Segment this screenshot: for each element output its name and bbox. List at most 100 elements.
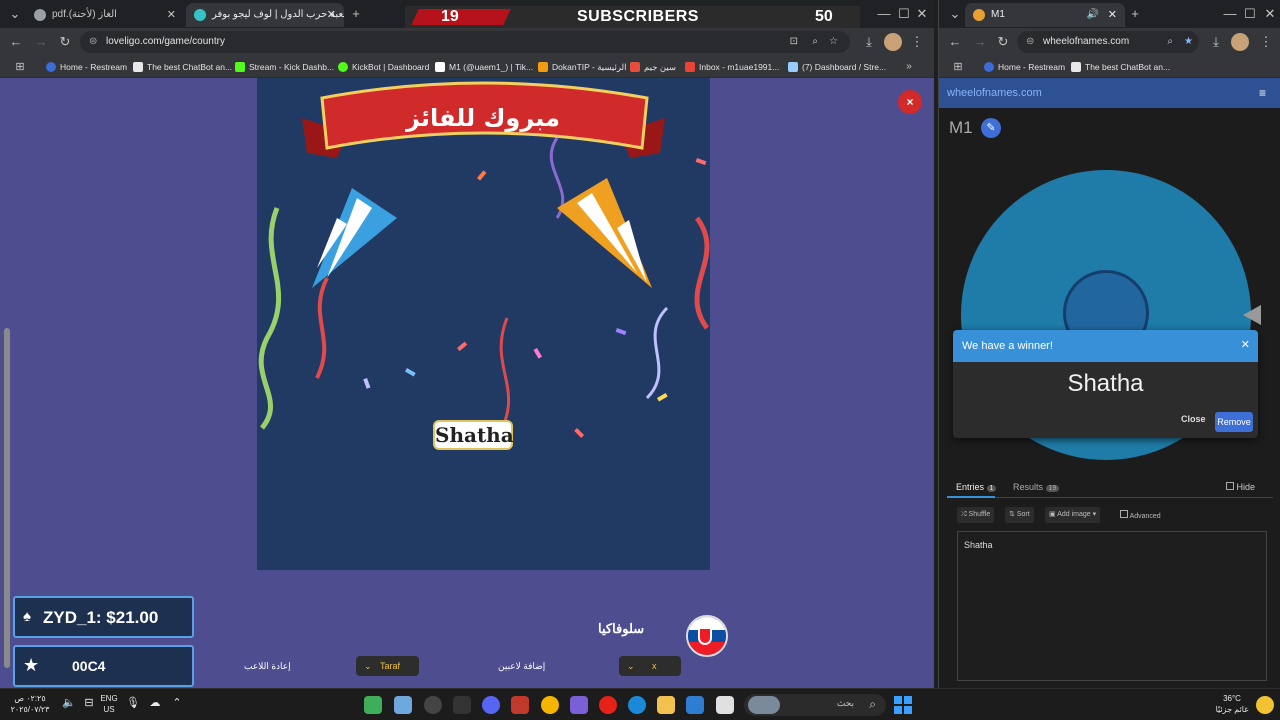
cloud-icon[interactable]: ☁ [148,698,162,709]
reload-icon[interactable]: ↻ [994,33,1012,51]
advanced-checkbox[interactable] [1120,510,1128,518]
hide-checkbox[interactable] [1226,482,1234,490]
download-icon[interactable]: ⤓ [860,33,878,51]
close-button[interactable]: Close [1181,414,1206,424]
bookmark-item[interactable]: KickBot | Dashboard [338,59,429,75]
apps-grid-icon[interactable]: ⊞ [949,58,967,76]
player-select[interactable]: ⌄ x [619,656,681,676]
bookmark-item[interactable]: سين جيم [630,59,676,75]
audio-icon[interactable]: 🔊 [1087,3,1099,27]
bookmark-star-icon[interactable]: ☆ [829,31,838,53]
tab-entries[interactable]: Entries 1 [956,482,997,492]
zoom-icon[interactable]: ⌕ [1167,31,1173,53]
obs-icon[interactable] [424,696,442,714]
shuffle-button[interactable]: ⤮ Shuffle [957,507,995,523]
tab-wheel[interactable]: M1 🔊 ✕ [965,3,1125,27]
weather-temp[interactable]: 36°C [1212,694,1252,704]
add-players-button[interactable]: إضافة لاعبين [498,656,545,676]
new-tab-button[interactable]: + [1126,5,1144,23]
tab-search-icon[interactable]: ⌄ [946,5,964,23]
store-icon[interactable] [686,696,704,714]
app-icon-dark[interactable] [453,696,471,714]
back-icon[interactable]: ← [946,33,964,51]
new-tab-button[interactable]: + [347,5,365,23]
language-top[interactable]: ENG [98,694,120,704]
menu-icon[interactable]: ⋮ [1257,33,1275,51]
close-window-icon[interactable]: ✕ [1261,5,1279,23]
clock-date[interactable]: ٢٠٢٥/٠٧/٢٣ [6,705,54,715]
minimize-icon[interactable]: — [1221,5,1239,23]
minimize-icon[interactable]: — [875,5,893,23]
microphone-icon[interactable]: 🎙 [126,698,140,709]
bookmark-item[interactable]: Home - Restream [984,59,1065,75]
close-tab-icon[interactable]: ✕ [327,3,336,27]
search-box[interactable]: بحث ⌕ [744,694,886,716]
start-windows-icon[interactable] [894,696,912,714]
language-bottom[interactable]: US [98,705,120,715]
zoom-icon[interactable]: ⌕ [812,31,818,53]
forward-icon[interactable]: → [32,33,50,51]
edge-icon[interactable] [628,696,646,714]
app-icon-green[interactable] [364,696,382,714]
close-window-icon[interactable]: ✕ [913,5,931,23]
site-logo-text[interactable]: wheelofnames.com [947,87,1042,99]
file-explorer-icon[interactable] [657,696,675,714]
apps-grid-icon[interactable]: ⊞ [11,58,29,76]
back-icon[interactable]: ← [7,33,25,51]
page-scrollbar[interactable] [4,328,10,668]
bookmark-item[interactable]: DokanTIP - الرئيسية [538,59,626,75]
menu-icon[interactable]: ⋮ [908,33,926,51]
bookmark-item[interactable]: The best ChatBot an... [1071,59,1170,75]
profile-avatar[interactable] [1231,33,1249,51]
bookmark-item[interactable]: (7) Dashboard / Stre... [788,59,886,75]
address-bar[interactable]: ⊜ loveligo.com/game/country ⊡ ⌕ ☆ [80,31,850,53]
network-icon[interactable]: ⊟ [82,698,96,709]
advanced-toggle[interactable]: Advanced [1120,510,1161,520]
add-image-button[interactable]: ▣ Add image ▾ [1045,507,1101,523]
edit-title-pencil-icon[interactable]: ✎ [981,118,1001,138]
remove-button[interactable]: Remove [1215,412,1253,432]
discord-icon[interactable] [482,696,500,714]
tab-game[interactable]: لعبة حرب الدول | لوف ليجو بوفر ✕ [186,3,344,27]
team-select[interactable]: ⌄ Taraf [356,656,419,676]
more-bookmarks-icon[interactable]: » [900,58,918,76]
tab-pdf[interactable]: pdf.الغاز (لأحنة) ✕ [26,3,184,27]
maximize-icon[interactable]: ☐ [895,5,913,23]
hamburger-menu-icon[interactable]: ≡ [1259,78,1266,108]
tab-results[interactable]: Results 19 [1013,482,1060,492]
speaker-icon[interactable]: 🔈 [62,698,76,709]
site-info-icon[interactable]: ⊜ [89,31,97,53]
close-winner-button[interactable]: × [898,90,922,114]
bookmark-item[interactable]: Home - Restream [46,59,127,75]
bookmark-item[interactable]: M1 (@uaem1_) | Tik... [435,59,533,75]
reload-icon[interactable]: ↻ [56,33,74,51]
app-icon-red[interactable] [511,696,529,714]
site-info-icon[interactable]: ⊜ [1026,31,1034,53]
weather-desc[interactable]: غائم جزئيًا [1208,705,1256,715]
sort-button[interactable]: ⇅ Sort [1005,507,1034,523]
bookmark-item[interactable]: Inbox - m1uae1991... [685,59,779,75]
profile-avatar[interactable] [884,33,902,51]
youtube-icon[interactable] [599,696,617,714]
chevron-up-icon[interactable]: ⌃ [170,698,184,709]
copilot-icon[interactable] [570,696,588,714]
hide-toggle[interactable]: Hide [1226,482,1255,492]
clock-time[interactable]: ٠٢:٢٥ ص [10,694,50,704]
download-icon[interactable]: ⤓ [1207,33,1225,51]
task-view-icon[interactable] [716,696,734,714]
chrome-icon[interactable] [541,696,559,714]
tab-search-icon[interactable]: ⌄ [6,5,24,23]
close-tab-icon[interactable]: ✕ [167,3,176,27]
translate-icon[interactable]: ⊡ [790,31,798,53]
address-bar[interactable]: ⊜ wheelofnames.com ⌕ ★ [1017,31,1199,53]
restart-player-button[interactable]: إعادة اللاعب [244,656,291,676]
maximize-icon[interactable]: ☐ [1241,5,1259,23]
bookmark-star-icon[interactable]: ★ [1184,31,1193,53]
bookmark-item[interactable]: The best ChatBot an... [133,59,232,75]
weather-icon[interactable] [1256,696,1274,714]
dialog-close-icon[interactable]: ✕ [1241,338,1250,351]
bookmark-item[interactable]: Stream - Kick Dashb... [235,59,334,75]
forward-icon[interactable]: → [971,33,989,51]
close-tab-icon[interactable]: ✕ [1108,3,1117,27]
entries-textarea[interactable]: Shatha [957,531,1267,681]
